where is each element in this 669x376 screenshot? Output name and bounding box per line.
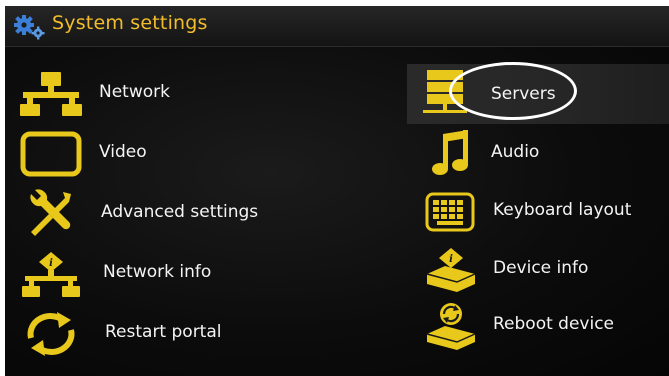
- menu-item-label: Device info: [493, 258, 589, 278]
- page-title: System settings: [52, 12, 208, 34]
- menu-item-reboot-device[interactable]: Reboot device: [421, 300, 669, 352]
- menu-item-label: Restart portal: [105, 322, 222, 342]
- menu-item-network-info[interactable]: i Network info: [19, 248, 359, 300]
- menu-item-network[interactable]: Network: [19, 68, 359, 120]
- menu-item-label: Advanced settings: [101, 202, 259, 222]
- menu-item-advanced-settings[interactable]: Advanced settings: [19, 188, 359, 240]
- menu-item-restart-portal[interactable]: Restart portal: [19, 308, 359, 360]
- menu-item-label: Network: [99, 82, 170, 102]
- menu-item-label: Reboot device: [493, 314, 615, 334]
- highlight-annotation: [449, 62, 577, 120]
- menu-item-device-info[interactable]: i Device info: [421, 244, 669, 296]
- menu-item-label: Keyboard layout: [493, 200, 632, 220]
- device-info-icon: i: [426, 248, 476, 292]
- menu-item-video[interactable]: Video: [19, 128, 359, 180]
- menu-item-label: Audio: [491, 142, 540, 162]
- svg-text:i: i: [49, 258, 53, 269]
- keyboard-icon: [425, 192, 475, 232]
- gears-icon: [14, 15, 45, 40]
- refresh-icon: [27, 312, 75, 356]
- monitor-icon: [20, 131, 82, 177]
- reboot-device-icon: [426, 303, 476, 350]
- header-bar: System settings: [5, 6, 669, 47]
- network-icon: [20, 72, 82, 116]
- tv-screen: System settings Network Video Advanced s…: [5, 6, 669, 376]
- svg-text:i: i: [449, 254, 453, 265]
- menu-item-label: Video: [99, 142, 147, 162]
- menu-item-label: Network info: [103, 262, 212, 282]
- music-note-icon: [432, 130, 468, 175]
- network-info-icon: i: [22, 252, 80, 297]
- tools-icon: [30, 189, 71, 236]
- menu-item-audio[interactable]: Audio: [421, 128, 669, 180]
- menu-item-keyboard-layout[interactable]: Keyboard layout: [421, 186, 669, 238]
